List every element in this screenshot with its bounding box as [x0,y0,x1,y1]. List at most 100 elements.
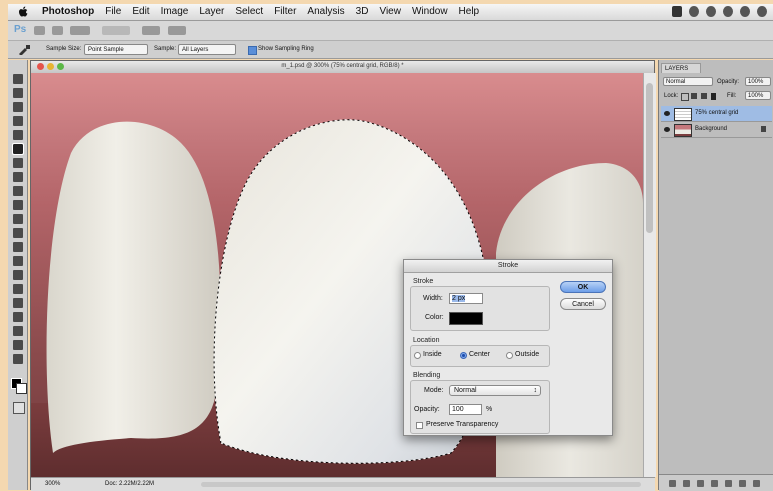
wifi-tray-icon[interactable] [757,6,767,17]
horizontal-scrollbar[interactable] [201,482,641,487]
path-selection-tool-icon[interactable] [13,298,23,308]
lock-position-icon[interactable] [701,93,707,99]
lasso-tool-icon[interactable] [13,102,23,112]
background-color-swatch[interactable] [16,383,27,394]
layer-style-icon[interactable] [683,480,690,487]
shape-tool-icon[interactable] [13,312,23,322]
dodge-tool-icon[interactable] [13,256,23,266]
layer-opacity-field[interactable]: 100% [745,77,771,86]
opacity-field[interactable]: 100 [449,404,482,415]
layer-name[interactable]: Background [695,126,727,132]
new-layer-icon[interactable] [739,480,746,487]
menu-filter[interactable]: Filter [274,6,296,17]
adobe-tray-icon[interactable] [672,6,682,17]
adjustment-layer-icon[interactable] [711,480,718,487]
eye-icon[interactable] [664,127,670,132]
blend-mode-select[interactable]: Normal [663,77,713,86]
width-field[interactable]: 2 px [449,293,483,304]
clock-tray-icon[interactable] [740,6,750,17]
menu-help[interactable]: Help [459,6,480,17]
menu-3d[interactable]: 3D [356,6,369,17]
quick-select-tool-icon[interactable] [13,116,23,126]
layer-mask-icon[interactable] [697,480,704,487]
stroke-color-swatch[interactable] [449,312,483,325]
pen-tool-icon[interactable] [13,270,23,280]
lock-transparency-icon[interactable] [681,93,689,101]
cancel-button[interactable]: Cancel [560,298,606,310]
apple-icon[interactable] [18,6,29,18]
menu-select[interactable]: Select [235,6,263,17]
preserve-transparency-checkbox[interactable] [416,422,423,429]
view-extras-icon[interactable] [70,26,90,35]
sync-tray-icon[interactable] [706,6,716,17]
menu-image[interactable]: Image [161,6,189,17]
center-label[interactable]: Center [469,351,490,358]
eyedropper-tool-icon[interactable] [12,143,24,155]
mode-select[interactable]: Normal ↕ [449,385,541,396]
location-group: Inside Center Outside [410,345,550,367]
sample-size-select[interactable]: Point Sample [84,44,148,55]
trash-icon[interactable] [753,480,760,487]
preserve-transparency-label[interactable]: Preserve Transparency [426,421,498,428]
blur-tool-icon[interactable] [13,242,23,252]
arrange-documents-icon[interactable] [142,26,160,35]
lock-pixels-icon[interactable] [691,93,697,99]
layer-row[interactable]: Background [661,122,772,138]
zoom-readout[interactable]: 300% [45,481,60,487]
layers-panel: LAYERS Normal Opacity: 100% Lock: Fill: … [658,60,773,491]
eyedropper-icon[interactable] [18,45,30,55]
ok-button[interactable]: OK [560,281,606,293]
bluetooth-tray-icon[interactable] [723,6,733,17]
history-brush-tool-icon[interactable] [13,200,23,210]
screen-mode-icon[interactable] [168,26,186,35]
new-group-icon[interactable] [725,480,732,487]
menu-app-name[interactable]: Photoshop [42,6,94,17]
updown-arrows-icon: ↕ [533,387,538,394]
menu-edit[interactable]: Edit [132,6,149,17]
type-tool-icon[interactable] [13,284,23,294]
menu-analysis[interactable]: Analysis [307,6,344,17]
layer-name[interactable]: 75% central grid [695,110,738,116]
eraser-tool-icon[interactable] [13,214,23,224]
gradient-tool-icon[interactable] [13,228,23,238]
brush-tool-icon[interactable] [13,172,23,182]
show-sampling-ring-checkbox[interactable] [248,46,257,55]
healing-brush-tool-icon[interactable] [13,158,23,168]
move-tool-icon[interactable] [13,74,23,84]
layers-tab[interactable]: LAYERS [661,63,701,73]
eye-icon[interactable] [664,111,670,116]
layer-row[interactable]: 75% central grid [661,106,772,122]
application-bar: Ps [8,21,773,41]
lock-all-icon[interactable] [711,93,716,100]
outside-radio[interactable] [506,352,513,359]
menu-layer[interactable]: Layer [199,6,224,17]
document-size-readout[interactable]: Doc: 2.22M/2.22M [105,481,154,487]
timemachine-tray-icon[interactable] [689,6,699,17]
menu-view[interactable]: View [379,6,401,17]
3d-rotate-tool-icon[interactable] [13,326,23,336]
bridge-icon[interactable] [34,26,45,35]
minibridge-icon[interactable] [52,26,63,35]
dialog-title: Stroke [404,260,612,273]
menu-file[interactable]: File [105,6,121,17]
marquee-tool-icon[interactable] [13,88,23,98]
menu-window[interactable]: Window [412,6,448,17]
document-title: m_1.psd @ 300% (75% central grid, RGB/8)… [281,63,404,69]
zoom-tool-icon[interactable] [13,354,23,364]
layer-thumbnail [674,108,692,121]
outside-label[interactable]: Outside [515,351,539,358]
vertical-scrollbar[interactable] [643,73,656,477]
inside-label[interactable]: Inside [423,351,442,358]
link-layers-icon[interactable] [669,480,676,487]
hand-tool-icon[interactable] [13,340,23,350]
clone-stamp-tool-icon[interactable] [13,186,23,196]
scroll-thumb[interactable] [646,83,653,233]
center-radio[interactable] [460,352,467,359]
sample-select[interactable]: All Layers [178,44,236,55]
quick-mask-icon[interactable] [13,402,25,414]
stroke-group: Width: 2 px Color: [410,286,550,331]
inside-radio[interactable] [414,352,421,359]
fill-field[interactable]: 100% [745,91,771,100]
crop-tool-icon[interactable] [13,130,23,140]
zoom-level-icon[interactable] [102,26,130,35]
